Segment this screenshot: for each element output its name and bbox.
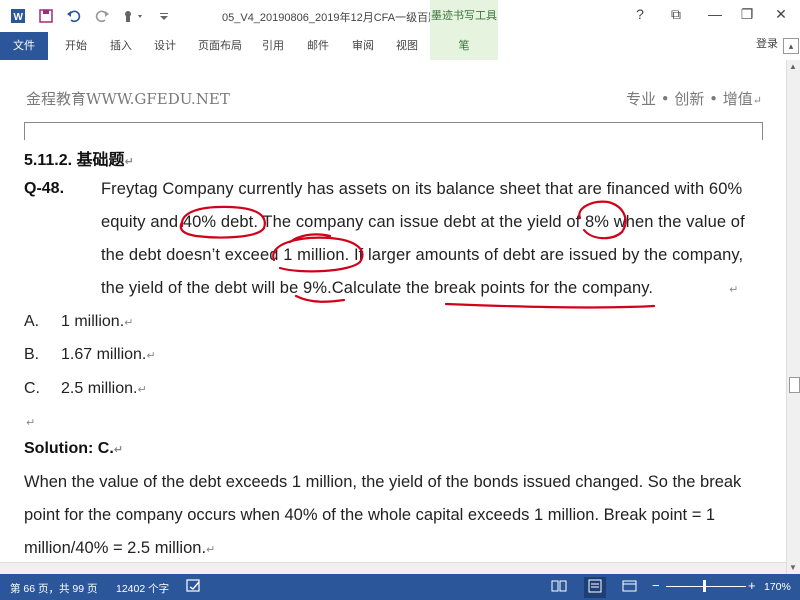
document-page[interactable]: 金程教育WWW.GFEDU.NET 专业 • 创新 • 增值↵ 5.11.2. … (0, 60, 786, 574)
read-mode-icon[interactable] (551, 579, 567, 596)
sign-in-link[interactable]: 登录 (756, 32, 778, 56)
svg-text:W: W (14, 12, 24, 23)
scroll-down-icon[interactable]: ▼ (789, 563, 797, 572)
tab-page-layout[interactable]: 页面布局 (198, 32, 242, 60)
quick-access-toolbar: W (4, 0, 178, 32)
save-icon[interactable] (32, 2, 60, 30)
tab-pen[interactable]: 笔 (430, 32, 498, 60)
scroll-thumb[interactable] (789, 377, 800, 393)
tab-design[interactable]: 设计 (154, 32, 176, 60)
vertical-scrollbar[interactable]: ▲ ▼ (786, 60, 800, 574)
page-count[interactable]: 第 66 页，共 99 页 (10, 581, 98, 596)
help-button[interactable]: ? (630, 6, 650, 22)
zoom-level[interactable]: 170% (764, 581, 791, 593)
zoom-out-icon[interactable]: − (652, 578, 660, 593)
status-bar: 第 66 页，共 99 页 12402 个字 − + 170% (0, 574, 800, 600)
scroll-up-icon[interactable]: ▲ (789, 62, 797, 71)
word-app-icon[interactable]: W (4, 2, 32, 30)
tab-mailings[interactable]: 邮件 (307, 32, 329, 60)
zoom-in-icon[interactable]: + (748, 578, 756, 593)
collapse-ribbon-icon[interactable]: ▴ (783, 38, 799, 54)
touch-mode-icon[interactable] (116, 2, 150, 30)
tab-view[interactable]: 视图 (396, 32, 418, 60)
customize-qat-icon[interactable] (150, 2, 178, 30)
redo-icon[interactable] (88, 2, 116, 30)
ink-circle-40-debt (179, 205, 266, 239)
ribbon-tabs: 文件 开始 插入 设计 页面布局 引用 邮件 审阅 视图 笔 登录 ▴ (0, 32, 800, 61)
tab-references[interactable]: 引用 (262, 32, 284, 60)
maximize-button[interactable]: ❐ (737, 6, 757, 23)
tab-review[interactable]: 审阅 (352, 32, 374, 60)
minimize-button[interactable]: — (705, 6, 725, 22)
ink-annotations (179, 200, 656, 309)
tab-home[interactable]: 开始 (65, 32, 87, 60)
tab-file[interactable]: 文件 (0, 32, 48, 60)
ink-circle-8-percent (578, 200, 627, 240)
web-layout-icon[interactable] (622, 579, 638, 596)
ink-tools-label: 墨迹书写工具 (430, 0, 498, 32)
ink-circle-1-million (272, 233, 364, 273)
ink-underline-break-points (444, 302, 656, 309)
ink-underline-9-percent (294, 294, 346, 303)
title-bar: W 05_V4_20190806_2019年12月CFA一级百题… 墨迹书写工具… (0, 0, 800, 32)
ribbon-display-button[interactable]: ⧉ (666, 6, 686, 23)
undo-icon[interactable] (60, 2, 88, 30)
zoom-slider-thumb[interactable] (703, 580, 706, 592)
zoom-slider-track[interactable] (666, 586, 746, 587)
document-title: 05_V4_20190806_2019年12月CFA一级百题… (222, 12, 451, 24)
proofing-icon[interactable] (186, 579, 202, 596)
print-layout-icon[interactable] (584, 577, 606, 598)
word-count[interactable]: 12402 个字 (116, 581, 169, 596)
tab-insert[interactable]: 插入 (110, 32, 132, 60)
close-button[interactable]: ✕ (771, 6, 791, 23)
